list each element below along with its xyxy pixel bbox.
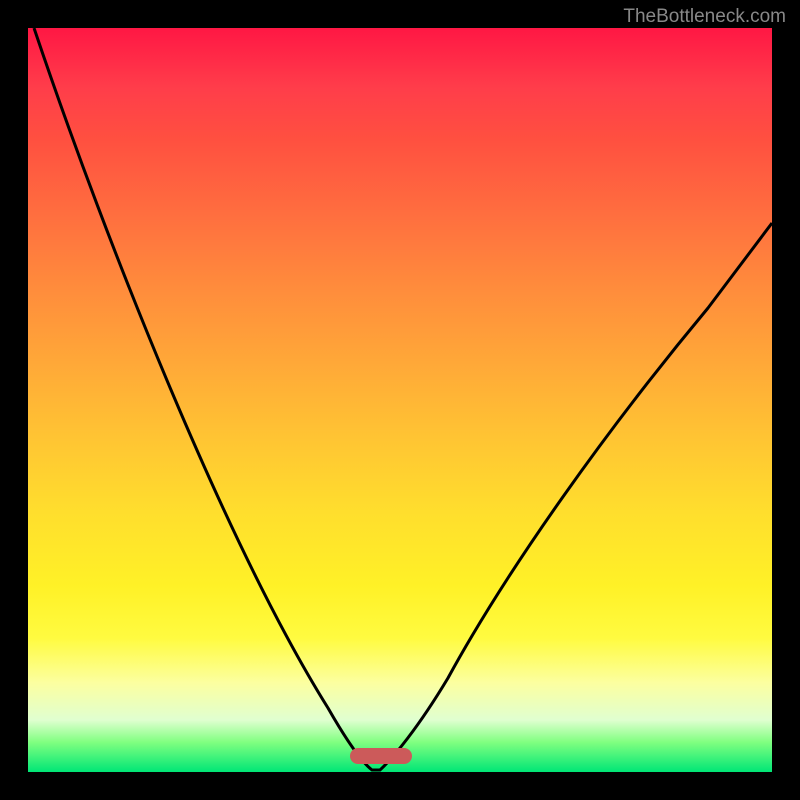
bottleneck-curve [28,28,772,772]
chart-plot-area [28,28,772,772]
watermark-text: TheBottleneck.com [623,6,786,28]
optimal-range-marker [350,748,412,764]
